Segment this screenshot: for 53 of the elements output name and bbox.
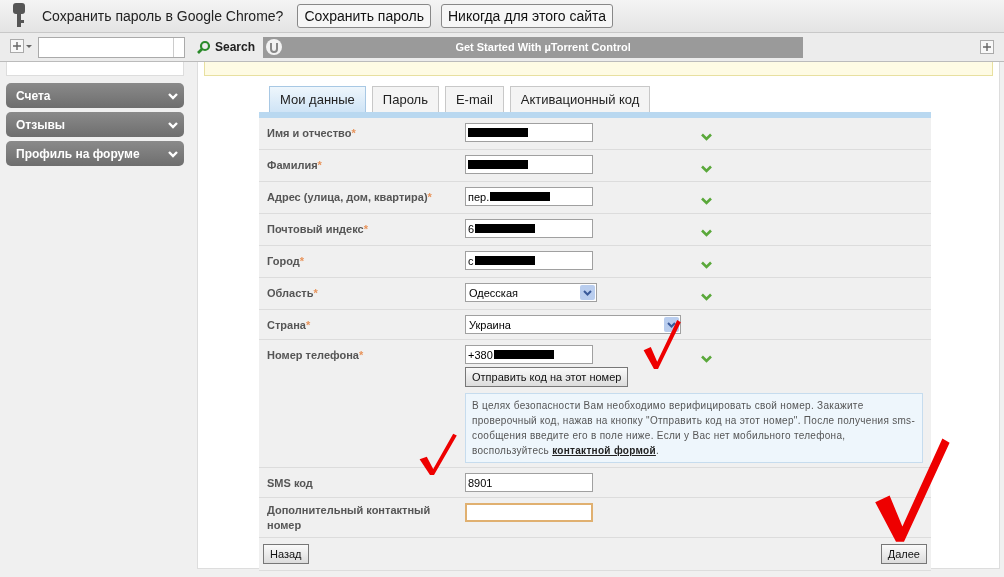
toolbar-combo-field[interactable] [38,36,185,58]
key-icon [12,3,26,29]
infobar-button[interactable]: Никогда для этого сайта [440,4,614,28]
dropdown[interactable]: Одесская [465,283,597,302]
add-icon[interactable] [10,38,34,56]
field-label: Фамилия* [267,158,322,173]
sidebar-item[interactable]: Счета [6,83,184,108]
input-field[interactable]: с [465,251,593,270]
field-value: +380 [468,348,493,361]
search-icon [197,40,211,54]
contact-form-link[interactable]: контактной формой [552,445,656,456]
check-mark-drawing [642,318,682,370]
field-label: Имя и отчество* [267,126,356,141]
field-label: Дополнительный контактный номер [267,503,432,533]
field-label: SMS код [267,476,313,491]
field-label: Область* [267,286,318,301]
input-field[interactable]: +380 [465,345,593,364]
hint-text: В целях безопасности Вам необходимо верифицировать свой номер. Закажите проверочный код, нажав на кнопку "Отправить код на этот номер". После получения sms-сообщения введите его в поле ниже. Если у Вас нет мобильного телефона, воспользуйтесь контактной формой. [472,400,916,456]
sidebar-label: Счета [16,88,51,103]
tab[interactable]: Пароль [371,86,439,112]
sidebar-item[interactable]: Профиль на форуме [6,141,184,166]
input-field[interactable] [465,503,593,522]
sidebar-label: Профиль на форуме [16,146,140,161]
field-value: с [468,254,474,267]
logo-icon [265,38,284,56]
infobar-message: Сохранить пароль в Google Chrome? [42,8,284,24]
check-mark-drawing [418,432,458,476]
field-label: Почтовый индекс* [267,222,368,237]
field-value: 8901 [468,476,493,489]
input-field[interactable] [465,155,593,174]
add-icon[interactable] [980,40,994,54]
field-label: Адрес (улица, дом, квартира)* [267,190,432,205]
field-value: пер. [468,190,490,203]
tab[interactable]: Мои данные [269,86,366,112]
field-label: Страна* [267,318,311,333]
next-button[interactable]: Далее [880,544,927,564]
dropdown[interactable]: Украина [465,315,681,334]
input-field[interactable]: 6 [465,219,593,238]
input-field[interactable]: пер. [465,187,593,206]
banner-text: Get Started With µTorrent Control [454,41,632,53]
sidebar-item[interactable]: Отзывы [6,112,184,137]
tab[interactable]: E-mail [444,86,504,112]
field-label: Город* [267,254,304,269]
back-button[interactable]: Назад [263,544,309,564]
search-button[interactable]: Search [215,40,260,54]
sidebar-label: Отзывы [16,117,66,132]
tab[interactable]: Активационный код [509,86,651,112]
field-label: Номер телефона* [267,348,364,363]
input-field[interactable] [465,123,593,142]
infobar-button[interactable]: Сохранить пароль [297,4,431,28]
send-code-button[interactable]: Отправить код на этот номер [465,367,629,387]
input-field[interactable]: 8901 [465,473,593,492]
field-value: 6 [468,222,475,235]
